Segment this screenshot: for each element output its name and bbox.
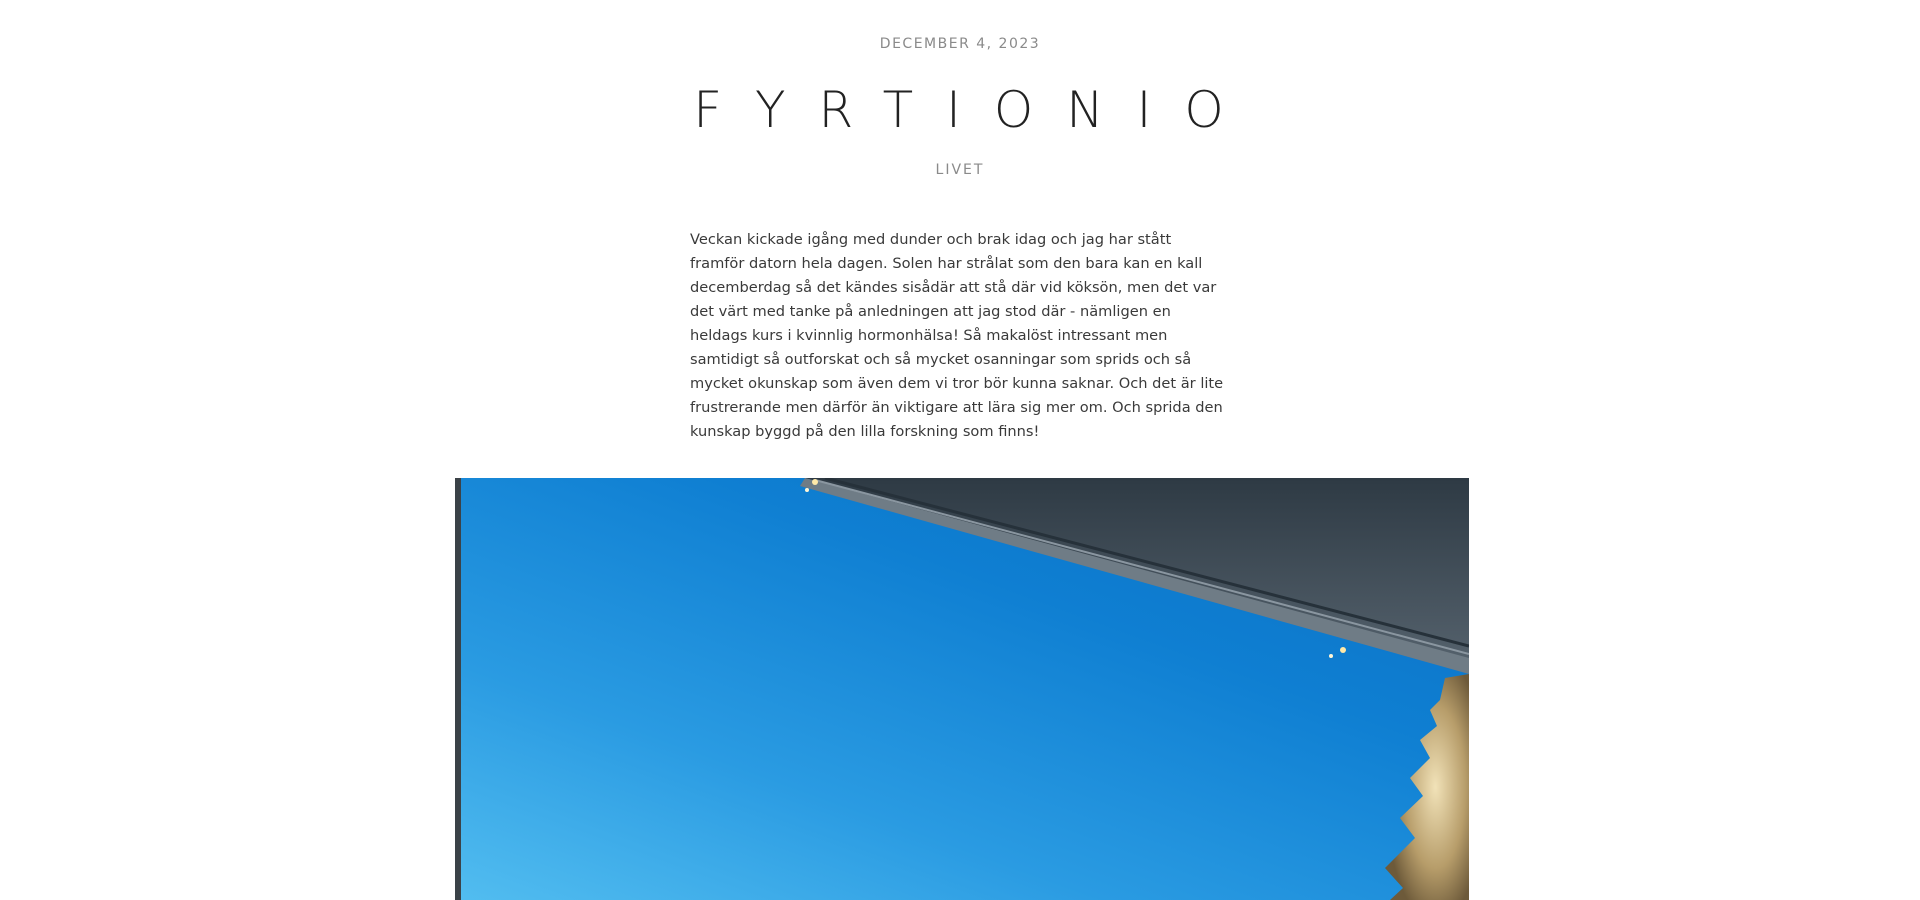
post-image (455, 478, 1469, 900)
sky-photo (455, 478, 1469, 900)
post-title[interactable]: FYRTIONIO (0, 78, 1920, 142)
window-frame (455, 478, 461, 900)
snowy-tree (1385, 674, 1469, 900)
post-category-link[interactable]: LIVET (0, 162, 1920, 178)
post-date: DECEMBER 4, 2023 (879, 36, 1041, 52)
post-body-text: Veckan kickade igång med dunder och brak… (690, 231, 1224, 440)
